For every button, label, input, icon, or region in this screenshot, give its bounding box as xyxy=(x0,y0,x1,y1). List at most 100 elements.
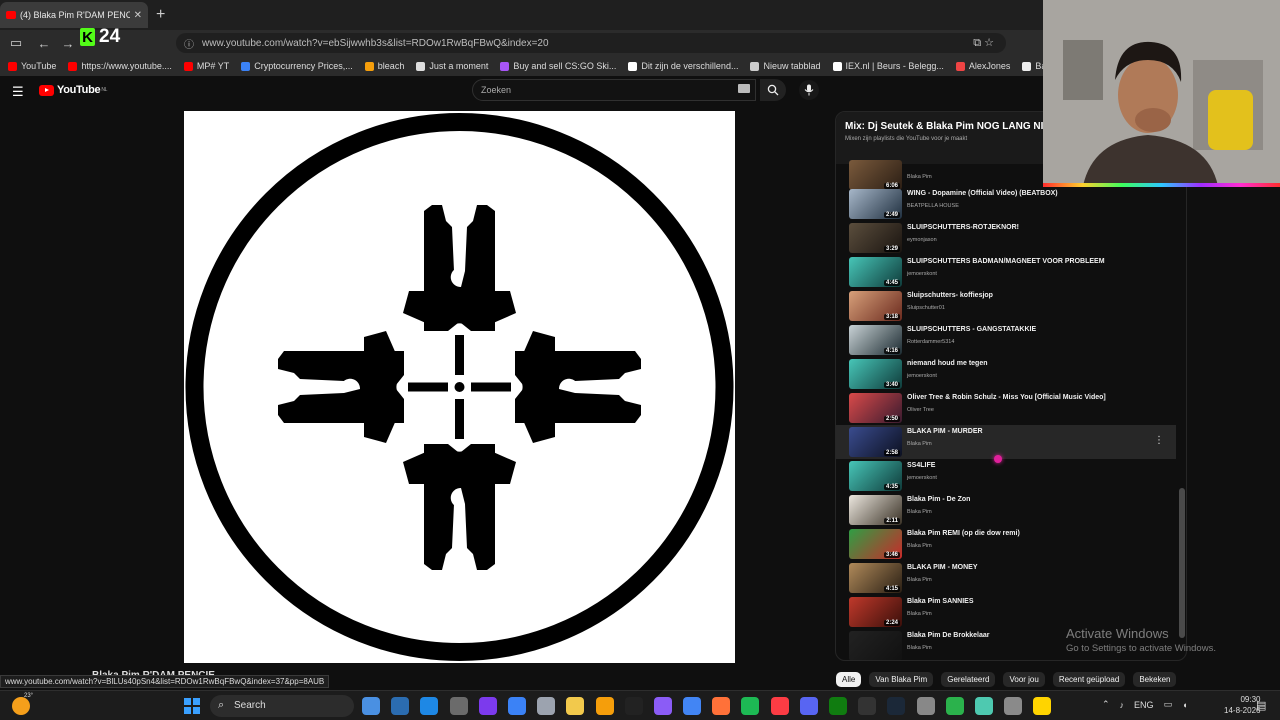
video-title[interactable]: Blaka Pim De Brokkelaar xyxy=(907,632,990,639)
youtube-logo[interactable]: YouTube NL xyxy=(39,84,107,96)
bookmark-item[interactable]: Buy and sell CS:GO Ski... xyxy=(500,61,616,71)
video-thumbnail[interactable]: 3:40 xyxy=(849,359,902,389)
video-title[interactable]: BLAKA PIM - MONEY xyxy=(907,564,978,571)
site-info-icon[interactable]: ⓘ xyxy=(184,36,194,51)
taskbar-app-icon[interactable] xyxy=(712,697,731,715)
video-thumbnail[interactable]: 2:24 xyxy=(849,597,902,627)
video-thumbnail[interactable]: 2:11 xyxy=(849,495,902,525)
video-thumbnail[interactable] xyxy=(849,631,902,660)
video-title[interactable]: SLUIPSCHUTTERS BADMAN/MAGNEET VOOR PROBL… xyxy=(907,258,1105,265)
taskbar-app-icon[interactable] xyxy=(478,697,497,715)
playlist-item[interactable]: 4:45 SLUIPSCHUTTERS BADMAN/MAGNEET VOOR P… xyxy=(836,255,1176,289)
video-title[interactable]: WING - Dopamine (Official Video) (BEATBO… xyxy=(907,190,1058,197)
menu-icon[interactable]: ☰ xyxy=(12,84,24,100)
sidebar-toggle-icon[interactable]: ▭ xyxy=(4,35,28,51)
taskbar-app-icon[interactable] xyxy=(1004,697,1023,715)
video-title[interactable]: SLUIPSCHUTTERS-ROTJEKNOR! xyxy=(907,224,1019,231)
playlist-item[interactable]: 2:49 WING - Dopamine (Official Video) (BE… xyxy=(836,187,1176,221)
video-thumbnail[interactable]: 3:18 xyxy=(849,291,902,321)
video-thumbnail[interactable]: 4:15 xyxy=(849,563,902,593)
filter-chip[interactable]: Van Blaka Pim xyxy=(869,672,934,687)
chevron-up-icon[interactable]: ⌃ xyxy=(1102,699,1110,710)
bookmark-item[interactable]: AlexJones xyxy=(955,61,1010,71)
video-title[interactable]: Blaka Pim - De Zon xyxy=(907,496,970,503)
taskbar-app-icon[interactable] xyxy=(595,697,614,715)
playlist-item[interactable]: 2:11 Blaka Pim - De Zon Blaka Pim xyxy=(836,493,1176,527)
taskbar-app-icon[interactable] xyxy=(945,697,964,715)
address-bar[interactable]: ⓘ www.youtube.com/watch?v=ebSijwwhb3s&li… xyxy=(176,33,1006,53)
taskbar-app-icon[interactable] xyxy=(566,697,585,715)
taskbar-app-icon[interactable] xyxy=(624,697,643,715)
voice-search-button[interactable] xyxy=(799,80,819,100)
playlist-item[interactable]: 2:58 BLAKA PIM - MURDER Blaka Pim ⋮ xyxy=(836,425,1176,459)
filter-chip[interactable]: Alle xyxy=(836,672,862,687)
video-player[interactable] xyxy=(184,111,735,663)
bookmark-item[interactable]: Nieuw tabblad xyxy=(750,61,821,71)
playlist-item[interactable]: 4:15 BLAKA PIM - MONEY Blaka Pim xyxy=(836,561,1176,595)
playlist-scrollbar[interactable] xyxy=(1179,488,1185,638)
video-thumbnail[interactable]: 3:29 xyxy=(849,223,902,253)
video-thumbnail[interactable]: 2:58 xyxy=(849,427,902,457)
taskbar-app-icon[interactable] xyxy=(741,697,760,715)
video-title[interactable]: Blaka Pim REMI (op die dow remi) xyxy=(907,530,1020,537)
bookmark-item[interactable]: IEX.nl | Beurs - Belegg... xyxy=(832,61,944,71)
video-thumbnail[interactable]: 2:50 xyxy=(849,393,902,423)
clock[interactable]: 09:30 14-8-2026 xyxy=(1224,694,1260,716)
video-title[interactable]: BLAKA PIM - MURDER xyxy=(907,428,983,435)
kick-extension[interactable]: K 24 xyxy=(80,26,120,48)
volume-icon[interactable]: ◖ xyxy=(1182,700,1187,710)
back-icon[interactable]: ← xyxy=(32,36,56,51)
new-tab-button[interactable]: + xyxy=(156,6,165,24)
filter-chip[interactable]: Gerelateerd xyxy=(941,672,996,687)
playlist-item[interactable]: 3:18 Sluipschutters- koffiesjop Sluipschut… xyxy=(836,289,1176,323)
playlist-item[interactable]: 3:46 Blaka Pim REMI (op die dow remi) Blak… xyxy=(836,527,1176,561)
more-options-icon[interactable]: ⋮ xyxy=(1154,435,1164,446)
notification-icon[interactable]: ▤ xyxy=(1256,699,1266,712)
bookmark-star-icon[interactable]: ⧉ ☆ xyxy=(973,36,994,50)
video-thumbnail[interactable]: 6:06 xyxy=(849,160,902,190)
taskbar-app-icon[interactable] xyxy=(1033,697,1052,715)
bookmark-item[interactable]: bleach xyxy=(364,61,404,71)
taskbar-app-icon[interactable] xyxy=(507,697,526,715)
close-tab-icon[interactable]: ✕ xyxy=(134,10,142,21)
video-thumbnail[interactable]: 2:49 xyxy=(849,189,902,219)
filter-chip[interactable]: Voor jou xyxy=(1003,672,1045,687)
taskbar-app-icon[interactable] xyxy=(799,697,818,715)
microphone-tray-icon[interactable]: ♪ xyxy=(1120,700,1125,710)
bookmark-item[interactable]: Cryptocurrency Prices,... xyxy=(241,61,353,71)
playlist-item[interactable]: 4:35 SS4LIFE jemoerskont xyxy=(836,459,1176,493)
playlist-item[interactable]: 4:16 SLUIPSCHUTTERS - GANGSTATAKKIE Rotter… xyxy=(836,323,1176,357)
taskbar-app-icon[interactable] xyxy=(770,697,789,715)
network-icon[interactable]: ▭ xyxy=(1164,699,1173,710)
video-thumbnail[interactable]: 3:46 xyxy=(849,529,902,559)
video-title[interactable]: Sluipschutters- koffiesjop xyxy=(907,292,993,299)
filter-chip[interactable]: Recent geüpload xyxy=(1052,672,1126,687)
forward-icon[interactable]: → xyxy=(56,36,80,51)
bookmark-item[interactable]: Just a moment xyxy=(416,61,488,71)
taskbar-app-icon[interactable] xyxy=(858,697,877,715)
playlist-item[interactable]: 3:29 SLUIPSCHUTTERS-ROTJEKNOR! eymonjason xyxy=(836,221,1176,255)
taskbar-app-icon[interactable] xyxy=(887,697,906,715)
start-button[interactable] xyxy=(184,698,200,714)
video-thumbnail[interactable]: 4:16 xyxy=(849,325,902,355)
video-title[interactable]: SLUIPSCHUTTERS - GANGSTATAKKIE xyxy=(907,326,1036,333)
bookmark-item[interactable]: Dit zijn de verschillend... xyxy=(628,61,738,71)
weather-icon[interactable] xyxy=(12,697,30,715)
playlist-item[interactable]: 3:40 niemand houd me tegen jemoerskont xyxy=(836,357,1176,391)
filter-chip[interactable]: Bekeken xyxy=(1133,672,1177,687)
bookmark-item[interactable]: MP# YT xyxy=(183,61,229,71)
taskbar-app-icon[interactable] xyxy=(537,697,556,715)
taskbar-app-icon[interactable] xyxy=(420,697,439,715)
search-button[interactable] xyxy=(760,79,786,101)
video-title[interactable]: Oliver Tree & Robin Schulz - Miss You [O… xyxy=(907,394,1106,401)
browser-tab[interactable]: (4) Blaka Pim R'DAM PENCI ✕ xyxy=(0,2,148,28)
search-input[interactable]: Zoeken xyxy=(472,79,756,101)
playlist-item[interactable]: 2:50 Oliver Tree & Robin Schulz - Miss Yo… xyxy=(836,391,1176,425)
bookmark-item[interactable]: YouTube xyxy=(8,61,56,71)
taskbar-app-icon[interactable] xyxy=(449,697,468,715)
video-title[interactable]: Blaka Pim SANNIES xyxy=(907,598,974,605)
taskbar-app-icon[interactable] xyxy=(362,697,380,715)
taskbar-app-icon[interactable] xyxy=(829,697,847,715)
taskbar-app-icon[interactable] xyxy=(653,697,672,715)
video-thumbnail[interactable]: 4:45 xyxy=(849,257,902,287)
